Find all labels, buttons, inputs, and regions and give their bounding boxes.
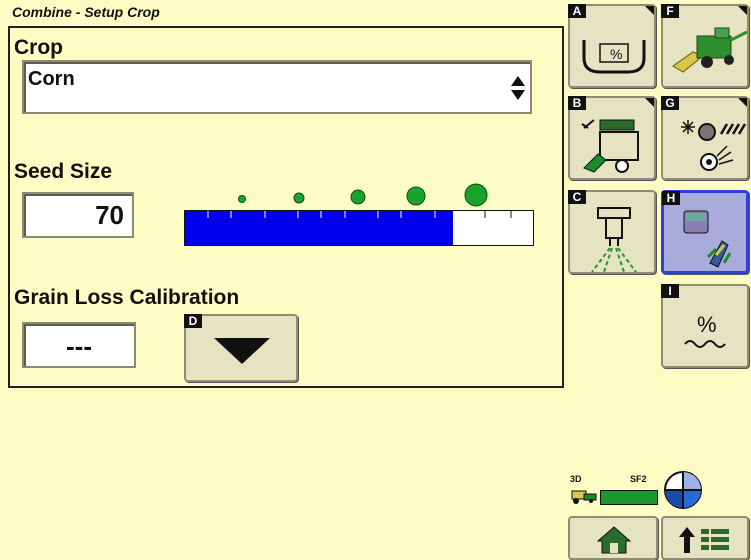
softkey-a-tank-level[interactable]: A % <box>568 4 656 88</box>
page-title: Combine - Setup Crop <box>12 4 160 20</box>
seed-size-label: Seed Size <box>14 160 113 183</box>
up-down-arrows-icon <box>511 76 525 100</box>
sprayer-icon <box>591 207 637 273</box>
sf-label: SF2 <box>630 474 647 484</box>
grain-loss-dropdown-button[interactable]: D <box>184 314 298 382</box>
home-button[interactable] <box>568 516 658 560</box>
softkey-letter: D <box>184 314 202 328</box>
crop-label: Crop <box>14 36 63 59</box>
moisture-percent-icon: % <box>684 312 726 348</box>
svg-text:%: % <box>610 46 622 62</box>
dropdown-triangle-icon <box>214 338 270 364</box>
setup-crop-panel: Crop Corn Seed Size 70 Grain Loss Calibr… <box>8 26 564 388</box>
svg-text:%: % <box>697 312 717 337</box>
grain-loss-value-box[interactable]: --- <box>22 322 136 368</box>
seed-size-dots-icon <box>238 183 488 207</box>
grain-loss-label: Grain Loss Calibration <box>14 286 240 309</box>
softkey-g-threshing[interactable]: G <box>661 96 749 180</box>
combine-icon <box>672 27 748 73</box>
softkey-f-combine[interactable]: F <box>661 4 749 88</box>
unloading-auger-icon <box>581 119 639 173</box>
crop-value: Corn <box>28 68 75 90</box>
tank-percent-icon: % <box>582 40 646 74</box>
mode-3d-label: 3D <box>570 474 582 484</box>
threshing-settings-icon <box>681 120 747 171</box>
menu-button[interactable] <box>661 516 749 560</box>
seed-size-slider[interactable] <box>184 210 534 246</box>
softkey-h-crop-setup[interactable]: H <box>661 190 749 274</box>
home-icon <box>596 526 632 554</box>
crop-select[interactable]: Corn <box>22 60 532 114</box>
gps-compass-icon[interactable] <box>662 469 704 511</box>
tractor-icon <box>571 490 597 504</box>
up-arrow-menu-icon <box>679 527 729 553</box>
seed-size-value: 70 <box>95 200 124 230</box>
softkey-b-unloading[interactable]: B <box>568 96 656 180</box>
softkey-c-spreader[interactable]: C <box>568 190 656 274</box>
crop-setup-icon <box>683 210 732 268</box>
signal-strength-bar <box>600 490 658 505</box>
grain-loss-value: --- <box>66 331 92 361</box>
softkey-i-moisture[interactable]: I % <box>661 284 749 368</box>
seed-size-value-box[interactable]: 70 <box>22 192 134 238</box>
slider-ticks <box>207 211 512 218</box>
